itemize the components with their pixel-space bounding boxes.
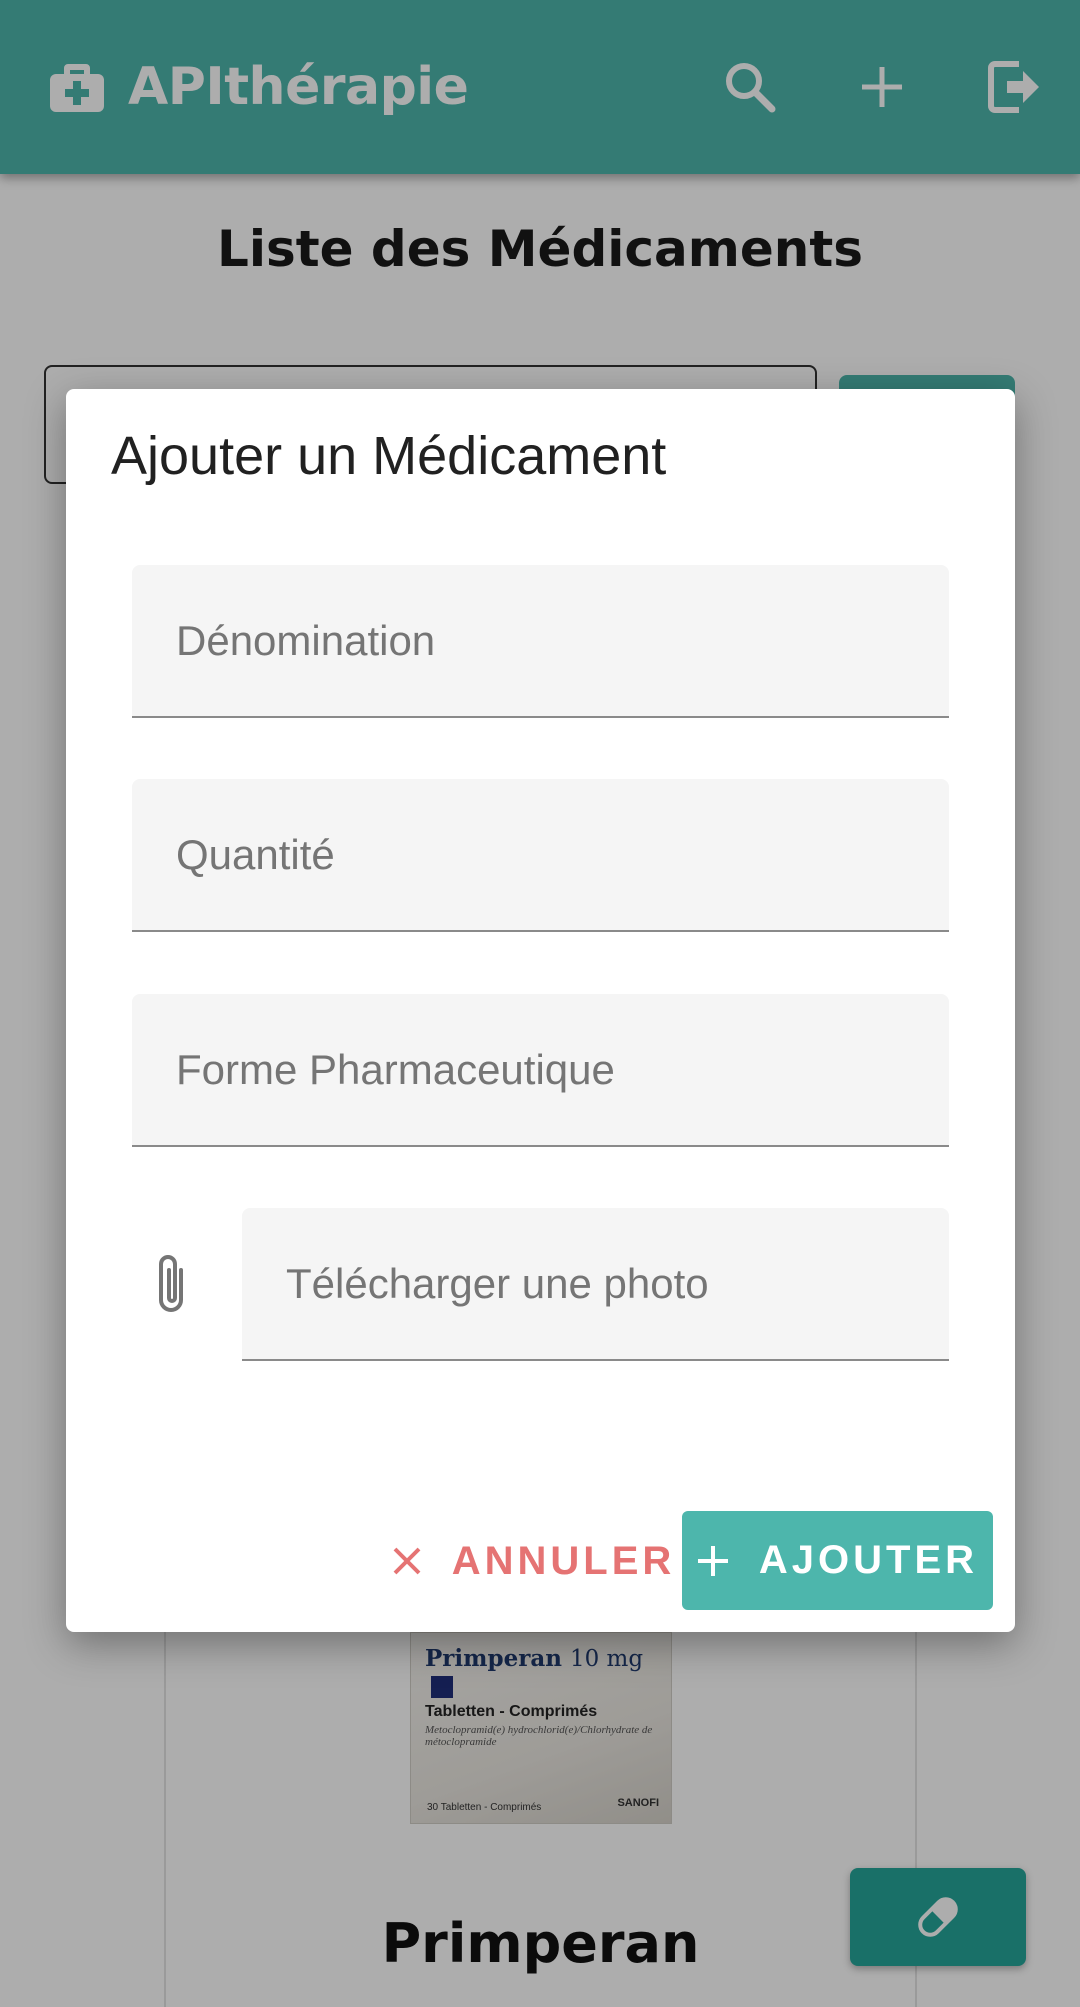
plus-icon — [697, 1545, 729, 1577]
add-label: AJOUTER — [758, 1538, 979, 1582]
cancel-label: ANNULER — [451, 1538, 676, 1583]
dialog-title: Ajouter un Médicament — [111, 426, 667, 486]
forme-pharmaceutique-field[interactable]: Forme Pharmaceutique — [132, 994, 949, 1147]
photo-upload-field[interactable]: Télécharger une photo — [242, 1208, 949, 1361]
close-icon — [392, 1546, 422, 1576]
add-medication-dialog: Ajouter un Médicament Dénomination Quant… — [66, 389, 1015, 1632]
paperclip-icon[interactable] — [146, 1249, 196, 1321]
denomination-field[interactable]: Dénomination — [132, 565, 949, 718]
cancel-button[interactable]: ANNULER — [356, 1511, 711, 1611]
quantite-field[interactable]: Quantité — [132, 779, 949, 932]
add-medication-button[interactable]: AJOUTER — [682, 1511, 993, 1610]
